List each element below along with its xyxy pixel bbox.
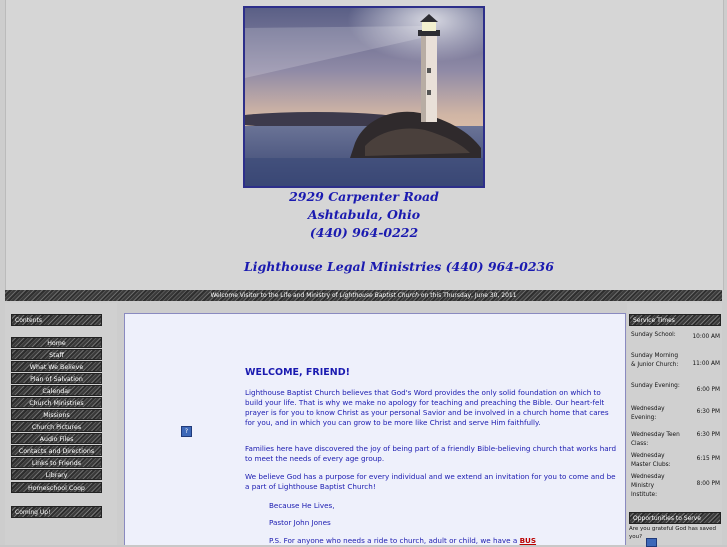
ps-text: P.S. For anyone who needs a ride to chur… (269, 536, 520, 545)
welcome-suffix: on this Thursday, June 30, 2011 (419, 292, 517, 299)
image-placeholder-icon (646, 538, 657, 547)
service-time: 6:00 PM (696, 387, 720, 393)
service-label: Wednesday Teen Class: (631, 432, 680, 447)
service-label: Wednesday Evening: (631, 406, 665, 421)
service-times-header: Service Times (629, 314, 721, 326)
nav-contacts-and-directions[interactable]: Contacts and Directions (11, 445, 102, 456)
families-paragraph: Families here have discovered the joy of… (245, 444, 617, 463)
welcome-bar: Welcome Visitor to the Life and Ministry… (5, 290, 722, 301)
service-time: 10:00 AM (692, 334, 720, 340)
main-content-panel (124, 313, 626, 545)
service-time: 6:30 PM (696, 409, 720, 415)
opportunities-header: Opportunities to Serve (629, 512, 721, 524)
nav-homeschool-coop[interactable]: Homeschool Coop (11, 482, 102, 493)
address-line1: 2929 Carpenter Road (289, 189, 439, 204)
service-label: Sunday Morning & Junior Church: (631, 353, 679, 368)
nav-audio-files[interactable]: Audio Files (11, 433, 102, 444)
nav-home[interactable]: Home (11, 337, 102, 348)
service-label: Wednesday Ministry Institute: (631, 474, 665, 498)
nav-church-ministries[interactable]: Church Ministries (11, 397, 102, 408)
service-time: 6:30 PM (696, 432, 720, 438)
question-icon[interactable]: ? (181, 426, 192, 437)
nav-calendar[interactable]: Calendar (11, 385, 102, 396)
bus-link[interactable]: BUS (520, 536, 537, 545)
service-label: Sunday School: (631, 332, 676, 338)
welcome-church-name: Lighthouse Baptist Church (339, 292, 419, 299)
opportunities-text: Are you grateful God has saved you? (629, 526, 716, 540)
phone-number: (440) 964-0222 (309, 225, 419, 240)
service-label: Wednesday Master Clubs: (631, 453, 671, 468)
nav-links-to-friends[interactable]: Links to Friends (11, 457, 102, 468)
contents-header: Contents (11, 314, 102, 326)
closing-line: Because He Lives, (269, 501, 335, 510)
service-time: 11:00 AM (692, 361, 720, 367)
intro-paragraph: Lighthouse Baptist Church believes that … (245, 388, 609, 427)
service-time: 8:00 PM (696, 481, 720, 487)
invitation-paragraph: We believe God has a purpose for every i… (245, 472, 616, 491)
nav-missions[interactable]: Missions (11, 409, 102, 420)
nav-plan-of-salvation[interactable]: Plan of Salvation (11, 373, 102, 384)
nav-library[interactable]: Library (11, 469, 102, 480)
coming-up-header: Coming Up! (11, 506, 102, 518)
page-title: WELCOME, FRIEND! (245, 367, 350, 378)
ps-line: P.S. For anyone who needs a ride to chur… (269, 536, 536, 545)
nav-staff[interactable]: Staff (11, 349, 102, 360)
lighthouse-image (243, 6, 485, 188)
nav-what-we-believe[interactable]: What We Believe (11, 361, 102, 372)
legal-ministries-line: Lighthouse Legal Ministries (440) 964-02… (244, 259, 554, 274)
pastor-signature: Pastor John Jones (269, 518, 331, 527)
address-line2: Ashtabula, Ohio (307, 207, 421, 222)
service-label: Sunday Evening: (631, 383, 680, 389)
welcome-prefix: Welcome Visitor to the Life and Ministry… (210, 292, 340, 299)
nav-church-pictures[interactable]: Church Pictures (11, 421, 102, 432)
service-time: 6:15 PM (696, 456, 720, 462)
